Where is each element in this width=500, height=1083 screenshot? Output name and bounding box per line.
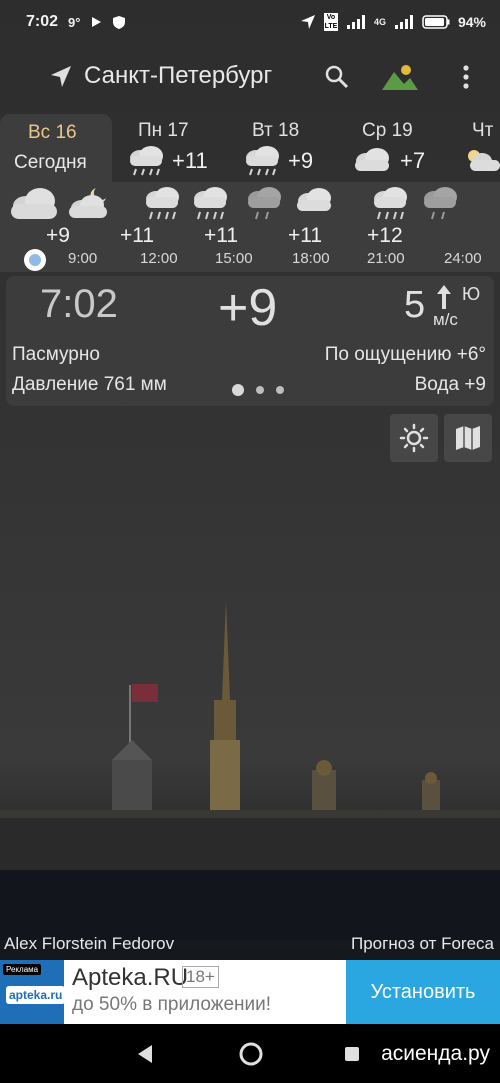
hourly-temperature: +11 [288,224,323,247]
day-name: Ср 19 [362,120,413,141]
wind-direction-arrow-icon [437,285,451,309]
pressure: Давление 761 мм [12,374,167,395]
page-dot-active [232,384,244,396]
map-button[interactable] [444,414,492,462]
cloudy-night-icon [69,188,107,218]
day-temperature: +9 [288,148,314,173]
hourly-time: 18:00 [292,250,330,267]
page-indicator [232,384,284,396]
hourly-time: 12:00 [140,250,178,267]
cloud-icon [11,188,57,219]
ad-install-button[interactable]: Установить [346,960,500,1024]
status-time: 7:02 [26,13,59,30]
signal-icon-2 [394,15,413,29]
network-type: 4G [373,16,386,27]
partly-cloudy-icon [468,150,500,171]
watermark: асиенда.ру [381,1042,490,1065]
ad-banner[interactable]: Реклама apteka.ru Apteka.RU 18+ до 50% в… [0,960,500,1024]
page-dot [276,386,284,394]
battery-percent: 94% [457,14,486,30]
ad-title[interactable]: Apteka.RU [72,964,188,992]
ad-subtitle: до 50% в приложении! [72,994,272,1015]
back-icon[interactable] [136,1044,154,1064]
hourly-temperature: +12 [367,224,403,247]
hourly-temperature: +11 [204,224,239,247]
rain-icon [194,187,227,220]
hourly-temperature: +11 [120,224,155,247]
search-icon[interactable] [324,64,350,90]
day-name: Пн 17 [138,120,189,141]
hourly-time: 21:00 [367,250,405,267]
wind-unit: м/с [433,310,458,329]
rain-icon [248,187,281,220]
day-temperature: +7 [400,148,426,173]
page-dot [256,386,264,394]
rain-icon [246,146,279,176]
home-icon[interactable] [238,1041,264,1067]
day-subtitle: Сегодня [14,152,87,173]
ad-age-rating: 18+ [182,966,219,988]
current-time: 7:02 [40,282,118,326]
current-temperature: +9 [218,279,278,337]
day-tab-monday[interactable]: Пн 17 +11 [112,114,224,182]
hourly-forecast-strip[interactable]: +9 +11 +11 +11 +12 9:00 12:00 15:00 18:0… [0,182,500,272]
ad-logo-text: apteka.ru [6,986,66,1004]
rain-icon [130,146,163,176]
photo-author-credit[interactable]: Alex Florstein Fedorov [4,934,174,954]
day-name: Вт 18 [252,120,300,141]
map-icon [456,426,480,450]
ad-app-logo[interactable]: Реклама apteka.ru [0,960,66,1024]
wind-direction: Ю [462,284,481,304]
day-tab-thursday[interactable]: Чт [448,114,500,182]
city-name[interactable]: Санкт-Петербург [84,62,272,90]
volte-indicator: Vo LTE [323,13,338,31]
rain-icon [424,187,457,220]
daily-forecast-strip: Вс 16 Сегодня Пн 17 +11 Вт 18 +9 Ср 19 +… [0,114,500,182]
hourly-time: 15:00 [215,250,253,267]
cityscape-photo [0,600,500,940]
rain-icon [146,187,179,220]
rain-icon [374,187,407,220]
shield-icon [113,15,126,29]
wind-speed: 5 [404,284,426,326]
day-temperature: +11 [172,148,208,173]
feels-like: По ощущению +6° [324,344,486,365]
day-name: Вс 16 [28,122,77,143]
weather-radar-button[interactable] [390,414,438,462]
landscape-icon[interactable] [380,62,420,92]
cloud-icon [297,188,331,211]
temperature-badge: 9° [68,14,81,30]
play-icon [92,17,102,27]
status-bar: 7:02 9° Vo LTE 4G 94% [0,0,500,44]
water-temperature: Вода +9 [414,374,486,395]
signal-icon [346,15,365,29]
hourly-time: 24:00 [444,250,482,267]
day-tab-tuesday[interactable]: Вт 18 +9 [224,114,336,182]
hourly-temperature: +9 [46,224,70,247]
day-tab-today[interactable]: Вс 16 Сегодня [0,114,112,182]
current-conditions-card[interactable]: 7:02 +9 5 Ю м/с Пасмурно По ощущению +6°… [6,276,494,406]
weather-condition: Пасмурно [12,344,100,365]
cloud-icon [355,148,389,171]
location-icon[interactable] [48,64,74,90]
location-arrow-icon [300,15,315,29]
more-options-icon[interactable] [458,64,474,90]
day-name: Чт [472,120,494,141]
forecast-source-credit[interactable]: Прогноз от Foreca [351,934,494,954]
credits-bar: Alex Florstein Fedorov Прогноз от Foreca [0,932,500,958]
day-tab-wednesday[interactable]: Ср 19 +7 [336,114,448,182]
battery-icon [422,15,450,29]
current-time-marker [24,249,46,271]
hourly-time: 9:00 [68,250,98,267]
ad-badge: Реклама [3,964,42,975]
app-bar: Санкт-Петербург [0,52,500,102]
sun-cloud-icon [399,423,429,453]
system-navigation-bar: асиенда.ру [0,1024,500,1083]
recents-icon[interactable] [344,1046,360,1062]
